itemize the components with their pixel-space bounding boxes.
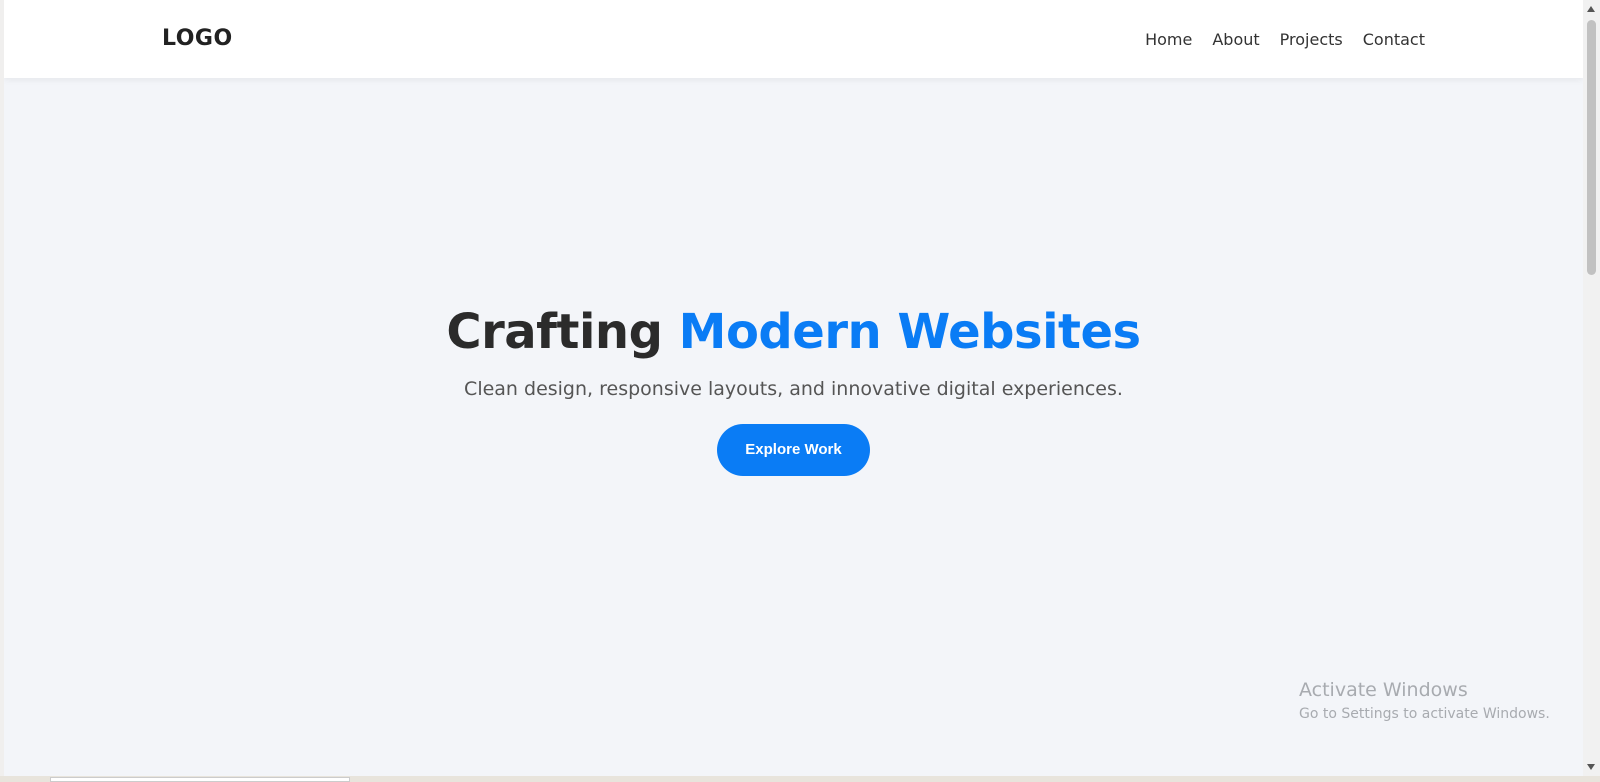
explore-work-button[interactable]: Explore Work — [717, 424, 870, 476]
hero-subtitle: Clean design, responsive layouts, and in… — [464, 378, 1123, 400]
nav-link-about[interactable]: About — [1212, 30, 1259, 49]
browser-viewport: LOGO Home About Projects Contact Craftin… — [4, 0, 1583, 776]
headline-accent: Modern Websites — [678, 304, 1141, 360]
taskbar-edge — [0, 776, 1600, 782]
vertical-scrollbar[interactable] — [1583, 0, 1600, 776]
nav-link-contact[interactable]: Contact — [1363, 30, 1425, 49]
nav-link-home[interactable]: Home — [1145, 30, 1192, 49]
watermark-title: Activate Windows — [1299, 679, 1468, 701]
scroll-up-icon[interactable] — [1587, 6, 1595, 12]
navbar: LOGO Home About Projects Contact — [4, 0, 1583, 78]
logo[interactable]: LOGO — [162, 26, 233, 51]
watermark-subtitle: Go to Settings to activate Windows. — [1299, 706, 1550, 722]
hero-headline: Crafting Modern Websites — [4, 300, 1583, 364]
headline-plain: Crafting — [446, 304, 679, 360]
hero-section: Crafting Modern Websites Clean design, r… — [4, 300, 1583, 476]
nav-links: Home About Projects Contact — [1145, 30, 1425, 49]
nav-link-projects[interactable]: Projects — [1280, 30, 1343, 49]
taskbar-item[interactable] — [50, 777, 350, 782]
scroll-thumb[interactable] — [1587, 20, 1596, 275]
scroll-down-icon[interactable] — [1587, 764, 1595, 770]
activate-windows-watermark: Activate Windows Go to Settings to activ… — [1299, 678, 1550, 724]
